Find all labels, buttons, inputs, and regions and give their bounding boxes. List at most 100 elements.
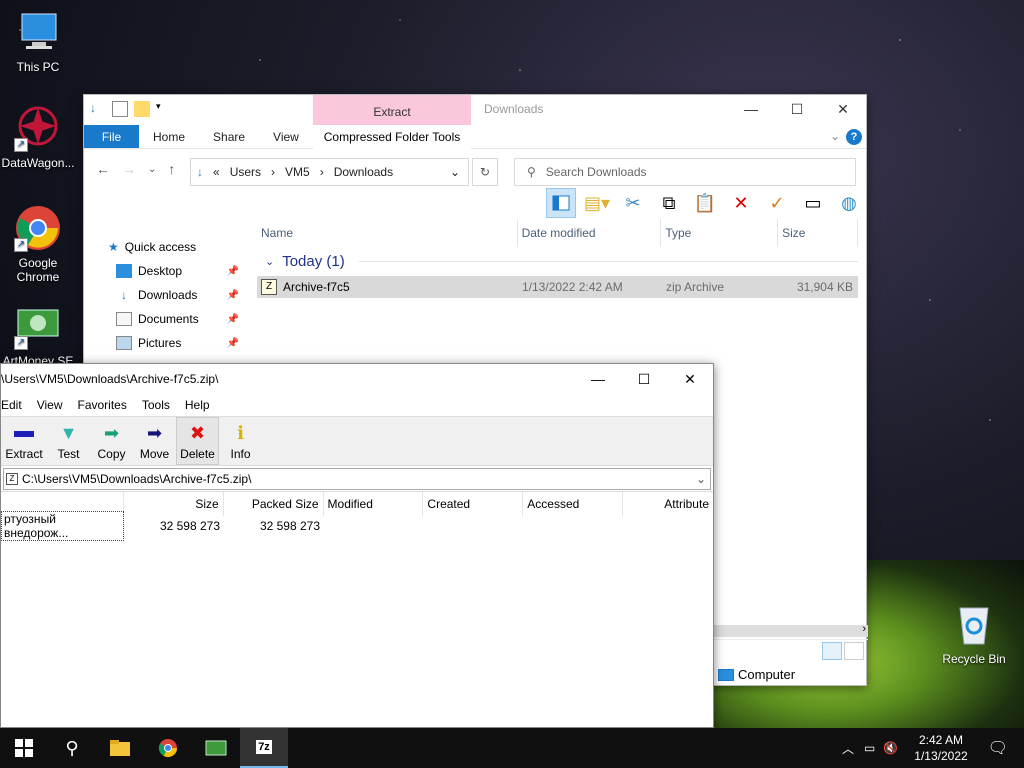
path-bar: Z C:\Users\VM5\Downloads\Archive-f7c5.zi… [1,466,713,492]
col-accessed[interactable]: Accessed [523,492,624,516]
path-value: C:\Users\VM5\Downloads\Archive-f7c5.zip\ [22,471,252,486]
scroll-right-icon[interactable]: › [862,623,866,635]
start-button[interactable] [0,728,48,768]
desktop-icon-recycle-bin[interactable]: Recycle Bin [936,600,1012,666]
breadcrumb-downloads[interactable]: Downloads [334,165,393,179]
down-arrow-icon[interactable]: ↓ [90,101,106,117]
minimize-button[interactable]: — [575,364,621,394]
menu-help[interactable]: Help [185,398,210,412]
test-label: Test [57,447,80,461]
tab-share[interactable]: Share [199,125,259,148]
taskbar-artmoney[interactable] [192,728,240,768]
col-size[interactable]: Size [778,219,859,247]
menu-favorites[interactable]: Favorites [77,398,126,412]
tab-home[interactable]: Home [139,125,199,148]
col-date-modified[interactable]: Date modified [518,219,662,247]
delete-icon[interactable]: ✕ [726,188,756,218]
delete-button[interactable]: ✖ Delete [176,417,219,465]
tab-file[interactable]: File [84,125,139,148]
help-icon[interactable]: ? [846,129,862,145]
tab-view[interactable]: View [259,125,313,148]
col-created[interactable]: Created [423,492,524,516]
desktop-icon-this-pc[interactable]: This PC [0,8,76,74]
clock[interactable]: 2:42 AM 1/13/2022 [914,732,967,764]
taskbar-explorer[interactable] [96,728,144,768]
rename-icon[interactable]: ▭ [798,188,828,218]
nav-downloads[interactable]: ↓ Downloads 📌 [84,283,249,307]
folder-options-icon[interactable]: ▤▾ [582,188,612,218]
chevron-down-icon[interactable]: ⌄ [696,472,706,486]
taskbar-chrome[interactable] [144,728,192,768]
col-name[interactable]: Name [257,219,518,247]
chevron-down-icon[interactable]: ⌄ [830,129,840,143]
taskbar-7zip[interactable]: 7z [240,728,288,768]
nav-pictures[interactable]: Pictures 📌 [84,331,249,355]
windows-logo-icon [15,739,33,757]
network-icon[interactable]: ▭ [864,741,875,755]
delete-label: Delete [180,447,215,461]
menu-view[interactable]: View [37,398,63,412]
tab-extract[interactable]: Extract [313,95,471,125]
nav-documents[interactable]: Documents 📌 [84,307,249,331]
back-arrow-icon[interactable]: ← [96,161,110,179]
delete-x-icon: ✖ [189,423,206,443]
col-type[interactable]: Type [661,219,779,247]
recent-chevron-icon[interactable]: ⌄ [148,161,156,179]
menu-tools[interactable]: Tools [142,398,170,412]
forward-arrow-icon[interactable]: → [122,161,136,179]
address-bar[interactable]: ↓ « Users › VM5 › Downloads ⌄ [190,158,469,186]
breadcrumb-vm5[interactable]: VM5 [285,165,310,179]
maximize-button[interactable]: ☐ [774,95,820,125]
new-folder-icon[interactable] [134,101,150,117]
preview-pane-icon[interactable] [546,188,576,218]
details-view-icon[interactable] [822,642,842,660]
desktop-icon-chrome[interactable]: ↗ Google Chrome [0,204,76,284]
refresh-button[interactable]: ↻ [472,158,498,186]
col-modified[interactable]: Modified [324,492,424,516]
file-name: Archive-f7c5 [283,280,350,294]
copy-button[interactable]: ➡ Copy [90,417,133,465]
desktop-icon-artmoney[interactable]: ↗ ArtMoney SE [0,302,76,368]
cut-icon[interactable]: ✂ [618,188,648,218]
path-combobox[interactable]: Z C:\Users\VM5\Downloads\Archive-f7c5.zi… [3,467,711,490]
minimize-button[interactable]: — [728,95,774,125]
close-button[interactable]: ✕ [667,364,713,394]
nav-quick-access[interactable]: ★ Quick access [84,235,249,259]
breadcrumb-users[interactable]: Users [230,165,261,179]
info-button[interactable]: ℹ Info [219,417,262,465]
desktop-icon-datawagon[interactable]: ↗ DataWagon... [0,104,76,170]
col-size[interactable]: Size [124,492,224,516]
notifications-icon[interactable]: 🗨 [988,738,1008,758]
extract-button[interactable]: Extract [1,417,47,465]
volume-muted-icon[interactable]: 🔇 [883,741,898,755]
paste-icon[interactable]: 📋 [690,188,720,218]
qat-dropdown-icon[interactable]: ▾ [156,101,172,117]
move-button[interactable]: ➡ Move [133,417,176,465]
large-icons-view-icon[interactable] [844,642,864,660]
table-row[interactable]: Z Archive-f7c5 1/13/2022 2:42 AM zip Arc… [257,276,858,298]
up-arrow-icon[interactable]: ↑ [168,161,175,179]
checkmark-icon[interactable]: ✓ [762,188,792,218]
test-button[interactable]: ▼ Test [47,417,90,465]
nav-desktop[interactable]: Desktop 📌 [84,259,249,283]
col-attributes[interactable]: Attribute [623,492,713,516]
properties-icon[interactable] [112,101,128,117]
recycle-bin-icon [950,600,998,648]
tray-chevron-up-icon[interactable]: ︿ [842,740,854,757]
col-packed-size[interactable]: Packed Size [224,492,324,516]
compressed-folder-tools-tab[interactable]: Compressed Folder Tools [313,125,471,149]
extract-icon [13,421,35,445]
search-box[interactable]: ⚲ Search Downloads [514,158,856,186]
group-header-today[interactable]: ⌄ Today (1) [257,253,858,270]
monitor-icon [14,8,62,56]
address-dropdown-icon[interactable]: ⌄ [450,165,460,179]
search-button[interactable]: ⚲ [48,728,96,768]
maximize-button[interactable]: ☐ [621,364,667,394]
globe-icon[interactable]: ◍ [834,188,864,218]
breadcrumb-prefix[interactable]: « [213,165,220,179]
close-button[interactable]: ✕ [820,95,866,125]
table-row[interactable]: ртуозный внедорож... 32 598 273 32 598 2… [1,511,713,541]
horizontal-scrollbar[interactable]: › [714,623,868,637]
copy-icon[interactable]: ⧉ [654,188,684,218]
menu-edit[interactable]: Edit [1,398,22,412]
